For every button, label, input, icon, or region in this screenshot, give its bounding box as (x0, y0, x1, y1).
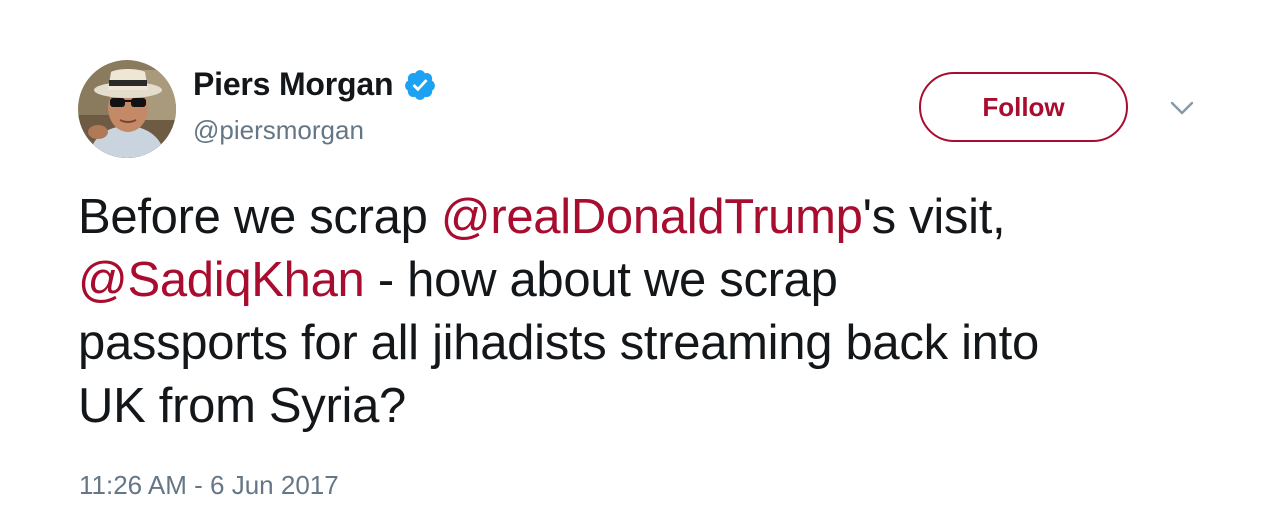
avatar[interactable] (78, 60, 176, 158)
verified-badge-icon (403, 68, 437, 102)
tweet-text: Before we scrap @realDonaldTrump's visit… (78, 186, 1228, 438)
author-display-name[interactable]: Piers Morgan (193, 66, 394, 103)
tweet-line: passports for all jihadists streaming ba… (78, 312, 1228, 375)
tweet-card: Piers Morgan @piersmorgan Follow Before … (0, 0, 1274, 526)
tweet-text-segment: UK from Syria? (78, 379, 406, 433)
chevron-down-icon[interactable] (1167, 96, 1197, 120)
tweet-text-segment: passports for all jihadists streaming ba… (78, 316, 1039, 370)
follow-button[interactable]: Follow (919, 72, 1128, 142)
tweet-text-segment: 's visit, (862, 190, 1006, 244)
tweet-line: @SadiqKhan - how about we scrap (78, 249, 1228, 312)
mention-link[interactable]: @realDonaldTrump (441, 190, 863, 244)
tweet-line: UK from Syria? (78, 375, 1228, 438)
mention-link[interactable]: @SadiqKhan (78, 253, 365, 307)
tweet-line: Before we scrap @realDonaldTrump's visit… (78, 186, 1228, 249)
author-handle[interactable]: @piersmorgan (193, 115, 364, 146)
tweet-timestamp[interactable]: 11:26 AM - 6 Jun 2017 (79, 470, 339, 501)
tweet-text-segment: Before we scrap (78, 190, 441, 244)
author-name-row[interactable]: Piers Morgan (193, 66, 437, 103)
tweet-text-segment: - how about we scrap (364, 253, 838, 307)
